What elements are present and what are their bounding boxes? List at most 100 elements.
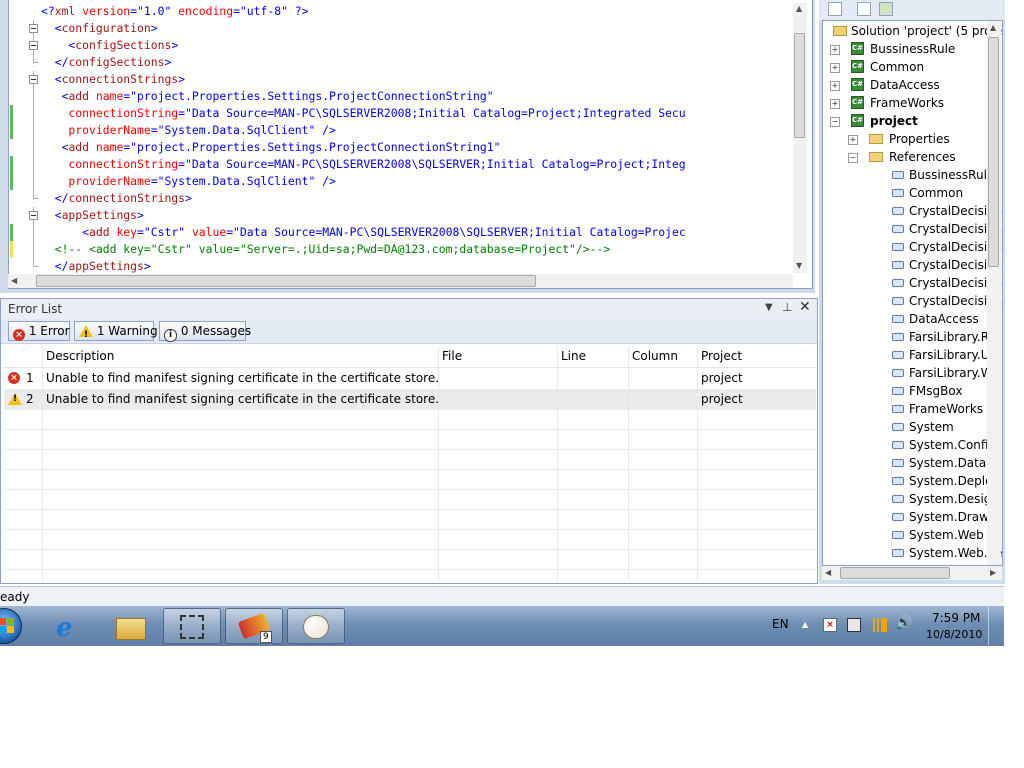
scroll-right-icon[interactable]: ▶ [990,568,996,577]
code-line[interactable]: </appSettings> [9,258,799,275]
xml-editor[interactable]: <?xml version="1.0" encoding="utf-8" ?> … [8,0,813,289]
errors-filter-button[interactable]: × 1 Error [8,321,70,341]
editor-vscroll-thumb[interactable] [794,33,805,138]
code-line[interactable]: <add key="Cstr" value="Data Source=MAN-P… [9,224,799,241]
reference-item[interactable]: System.Design [823,490,999,508]
reference-item[interactable]: System.Deploy [823,472,1000,490]
reference-item[interactable]: FrameWorks [823,400,993,418]
error-row[interactable]: × 1 Unable to find manifest signing certif… [4,368,816,389]
windows-explorer-button[interactable] [102,608,160,644]
reference-item[interactable]: CrystalDecision [823,202,1002,220]
collapse-toggle-icon[interactable] [28,20,40,37]
reference-item[interactable]: System.Data [823,454,993,472]
visual-studio-button[interactable] [163,608,221,644]
column-header-description[interactable]: Description [46,349,114,363]
expand-icon[interactable]: + [848,135,858,145]
clock-time[interactable]: 7:59 PM [932,611,980,625]
scroll-up-icon[interactable]: ▲ [796,4,802,13]
code-line[interactable]: <configSections> [9,37,799,54]
dropdown-icon[interactable]: ▼ [765,302,773,313]
collapse-toggle-icon[interactable] [28,37,40,54]
column-header-line[interactable]: Line [561,349,586,363]
code-line[interactable]: connectionString="Data Source=MAN-PC\SQL… [9,156,799,173]
warnings-filter-button[interactable]: 1 Warning [74,321,158,344]
code-text[interactable]: connectionString="Data Source=MAN-PC\SQL… [41,105,685,122]
clock-date[interactable]: 10/8/2010 [926,628,982,641]
code-text[interactable]: </connectionStrings> [41,190,192,207]
code-text[interactable]: <!-- <add key="Cstr" value="Server=.;Uid… [41,241,611,258]
solution-hscroll-thumb[interactable] [840,567,950,579]
network-icon[interactable] [871,618,887,632]
code-line[interactable]: <add name="project.Properties.Settings.P… [9,139,799,156]
reference-item[interactable]: CrystalDecision [823,274,1002,292]
reference-item[interactable]: FMsgBox [823,382,993,400]
volume-icon[interactable]: 🔊 [895,615,912,631]
column-header-column[interactable]: Column [632,349,678,363]
solution-vertical-scrollbar[interactable]: ▲ [987,21,1001,565]
language-indicator[interactable]: EN [772,617,789,631]
code-line[interactable]: providerName="System.Data.SqlClient" /> [9,173,799,190]
expand-icon[interactable]: + [830,63,840,73]
code-line[interactable]: <appSettings> [9,207,799,224]
code-line[interactable]: connectionString="Data Source=MAN-PC\SQL… [9,105,799,122]
editor-horizontal-scrollbar[interactable]: ◀ [8,274,793,288]
reference-item[interactable]: CrystalDecision [823,238,1002,256]
reference-item[interactable]: System.Config [823,436,996,454]
project-node[interactable]: + C# Common [823,58,993,76]
reference-item[interactable]: System [823,418,993,436]
scroll-left-icon[interactable]: ◀ [825,568,831,577]
reference-item[interactable]: System.Web [823,526,993,544]
solution-root[interactable]: Solution 'project' (5 proje [823,22,1002,40]
column-divider[interactable] [697,347,698,581]
reference-item[interactable]: System.Drawin [823,508,1000,526]
solution-vscroll-thumb[interactable] [988,37,999,267]
error-row[interactable]: 2 Unable to find manifest signing certifi… [4,389,816,410]
expand-icon[interactable]: + [830,45,840,55]
refresh-icon[interactable] [879,2,893,16]
code-text[interactable]: providerName="System.Data.SqlClient" /> [41,122,335,139]
expand-icon[interactable]: + [830,81,840,91]
properties-icon[interactable] [828,2,842,16]
code-line[interactable]: <connectionStrings> [9,71,799,88]
reference-item[interactable]: FarsiLibrary.Re [823,328,996,346]
collapse-icon[interactable]: − [830,117,840,127]
code-line[interactable]: <?xml version="1.0" encoding="utf-8" ?> [9,3,799,20]
solution-tree[interactable]: Solution 'project' (5 proje + C# BussinessR… [822,20,1003,566]
reference-item[interactable]: DataAccess [823,310,993,328]
code-text[interactable]: <configuration> [41,20,158,37]
reference-item[interactable]: FarsiLibrary.Uti [823,346,998,364]
code-area[interactable]: <?xml version="1.0" encoding="utf-8" ?> … [9,3,799,275]
close-icon[interactable]: ✕ [799,299,811,315]
code-text[interactable]: <add name="project.Properties.Settings.P… [41,88,494,105]
reference-item[interactable]: CrystalDecision [823,256,1002,274]
show-hidden-icons-icon[interactable]: ▲ [802,620,808,629]
usb-device-icon[interactable] [847,618,861,632]
collapse-toggle-icon[interactable] [28,207,40,224]
column-divider[interactable] [557,347,558,581]
internet-explorer-button[interactable]: e [42,608,100,644]
start-button[interactable] [0,608,22,644]
action-center-icon[interactable]: × [823,618,837,632]
reference-item[interactable]: Common [823,184,993,202]
reference-item[interactable]: CrystalDecision [823,220,1002,238]
column-header-project[interactable]: Project [701,349,742,363]
stacked-app-button[interactable]: 9 [225,608,283,644]
code-text[interactable]: <connectionStrings> [41,71,185,88]
expand-icon[interactable]: + [830,99,840,109]
code-text[interactable]: </appSettings> [41,258,151,275]
code-line[interactable]: </configSections> [9,54,799,71]
code-text[interactable]: providerName="System.Data.SqlClient" /> [41,173,335,190]
reference-item[interactable]: System.Web.Se [823,544,1002,562]
scroll-down-icon[interactable]: ▼ [796,261,802,270]
pin-icon[interactable]: ⊥ [782,300,792,314]
show-desktop-button[interactable] [988,606,1004,646]
code-text[interactable]: <add name="project.Properties.Settings.P… [41,139,501,156]
solution-horizontal-scrollbar[interactable]: ◀ ▶ [822,566,1002,580]
reference-item[interactable]: BussinessRule [823,166,994,184]
code-text[interactable]: <configSections> [41,37,178,54]
project-node[interactable]: + C# BussinessRule [823,40,993,58]
messages-filter-button[interactable]: i 0 Messages [159,321,251,342]
collapse-toggle-icon[interactable] [28,71,40,88]
properties-node[interactable]: + Properties [823,130,993,148]
project-node-active[interactable]: − C# project [823,112,993,130]
